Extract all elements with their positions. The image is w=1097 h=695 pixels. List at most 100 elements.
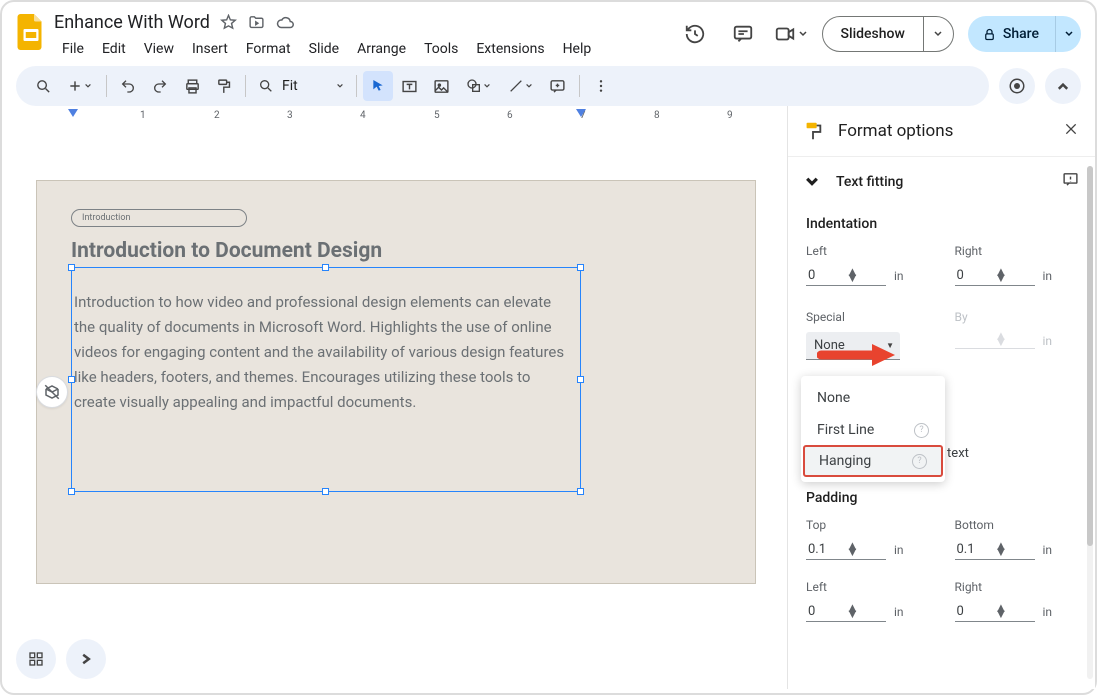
pad-top-input[interactable]: 0.1▲▼ [806,540,886,560]
slides-logo-icon[interactable] [16,12,46,52]
indent-marker-left-icon[interactable] [67,108,79,120]
pad-top-label: Top [806,518,929,540]
title-bar: Enhance With Word File Edit View Insert … [2,2,1095,60]
share-button[interactable]: Share [968,16,1055,52]
menu-help[interactable]: Help [555,37,600,61]
pad-left-label: Left [806,580,929,602]
record-button[interactable] [999,68,1035,104]
feedback-icon[interactable] [1062,171,1079,192]
padding-heading: Padding [806,480,1077,518]
resize-handle[interactable] [68,264,75,271]
share-button-group: Share [968,16,1081,52]
search-menu-icon[interactable] [28,71,58,101]
document-title[interactable]: Enhance With Word [54,12,210,33]
indent-left-input[interactable]: 0▲▼ [806,266,886,286]
toolbar: Fit [16,66,989,106]
slide[interactable]: Introduction Introduction to Document De… [36,180,756,584]
more-tools-icon[interactable] [586,71,616,101]
comments-icon[interactable] [726,17,760,51]
menu-view[interactable]: View [136,37,182,61]
help-icon[interactable]: ? [912,454,927,469]
slideshow-button-group: Slideshow [822,16,954,52]
annotation-arrow-icon [817,340,897,370]
spinner-icon[interactable]: ▲▼ [995,270,1033,282]
zoom-value: Fit [278,78,302,94]
indentation-heading: Indentation [806,206,1077,244]
expand-filmstrip-icon[interactable] [66,639,106,679]
resize-handle[interactable] [322,264,329,271]
menu-bar: File Edit View Insert Format Slide Arran… [54,33,599,61]
chevron-down-icon[interactable] [804,174,820,190]
format-options-icon [802,120,824,142]
menu-slide[interactable]: Slide [301,37,347,61]
resize-handle[interactable] [322,488,329,495]
menu-file[interactable]: File [54,37,92,61]
resize-handle[interactable] [68,376,75,383]
move-folder-icon[interactable] [248,14,266,32]
close-panel-icon[interactable] [1063,121,1079,141]
share-label: Share [1003,26,1039,42]
slideshow-dropdown[interactable] [923,17,953,51]
explore-button[interactable] [36,376,68,408]
lock-icon [982,27,997,42]
indent-left-label: Left [806,244,929,266]
pad-right-input[interactable]: 0▲▼ [955,602,1035,622]
pad-left-input[interactable]: 0▲▼ [806,602,886,622]
comment-tool-icon[interactable] [543,71,573,101]
star-icon[interactable] [220,14,238,32]
paint-format-icon[interactable] [209,71,239,101]
menu-format[interactable]: Format [238,37,299,61]
dropdown-item-none[interactable]: None [801,382,945,414]
grid-view-icon[interactable] [16,639,56,679]
indent-marker-right-icon[interactable] [575,108,587,120]
image-tool-icon[interactable] [427,71,457,101]
special-indent-dropdown: None First Line? Hanging? [801,376,945,482]
meet-button[interactable] [774,17,808,51]
new-slide-button[interactable] [60,71,100,101]
resize-handle[interactable] [68,488,75,495]
line-tool-icon[interactable] [501,71,541,101]
pad-bottom-input[interactable]: 0.1▲▼ [955,540,1035,560]
dropdown-item-first-line[interactable]: First Line? [801,414,945,446]
section-text-fitting[interactable]: Text fitting [836,174,903,190]
by-input: ▲▼ [955,332,1035,349]
menu-insert[interactable]: Insert [184,37,236,61]
menu-arrange[interactable]: Arrange [349,37,414,61]
resize-handle[interactable] [577,264,584,271]
spinner-icon[interactable]: ▲▼ [846,270,884,282]
share-dropdown[interactable] [1055,16,1081,52]
select-tool-icon[interactable] [363,71,393,101]
slide-badge: Introduction [71,209,247,227]
ruler-horizontal: 1 2 3 4 5 6 7 8 9 [32,108,787,126]
spinner-icon[interactable]: ▲▼ [995,606,1033,618]
special-label: Special [806,310,929,332]
textbox-body: Introduction to how video and profession… [74,293,564,411]
menu-tools[interactable]: Tools [416,37,466,61]
panel-scrollbar[interactable] [1087,166,1093,679]
cloud-status-icon[interactable] [276,14,294,32]
dropdown-item-hanging[interactable]: Hanging? [803,445,943,477]
shape-tool-icon[interactable] [459,71,499,101]
spinner-icon[interactable]: ▲▼ [846,606,884,618]
canvas-area[interactable]: 1 2 3 4 5 6 7 8 9 Introduction Introduct… [2,106,787,689]
spinner-icon[interactable]: ▲▼ [995,544,1033,556]
spinner-icon[interactable]: ▲▼ [846,544,884,556]
textbox-tool-icon[interactable] [395,71,425,101]
pad-bottom-label: Bottom [955,518,1078,540]
indent-right-input[interactable]: 0▲▼ [955,266,1035,286]
zoom-control[interactable]: Fit [252,78,350,94]
menu-extensions[interactable]: Extensions [468,37,552,61]
history-icon[interactable] [678,17,712,51]
toolbar-row: Fit [2,60,1095,106]
undo-icon[interactable] [113,71,143,101]
redo-icon[interactable] [145,71,175,101]
selected-textbox[interactable]: Introduction to how video and profession… [71,267,581,492]
slideshow-button[interactable]: Slideshow [823,17,923,51]
collapse-toolbar-icon[interactable] [1045,68,1081,104]
resize-handle[interactable] [577,488,584,495]
resize-handle[interactable] [577,376,584,383]
panel-title: Format options [838,121,1049,141]
menu-edit[interactable]: Edit [94,37,134,61]
help-icon[interactable]: ? [914,423,929,438]
print-icon[interactable] [177,71,207,101]
